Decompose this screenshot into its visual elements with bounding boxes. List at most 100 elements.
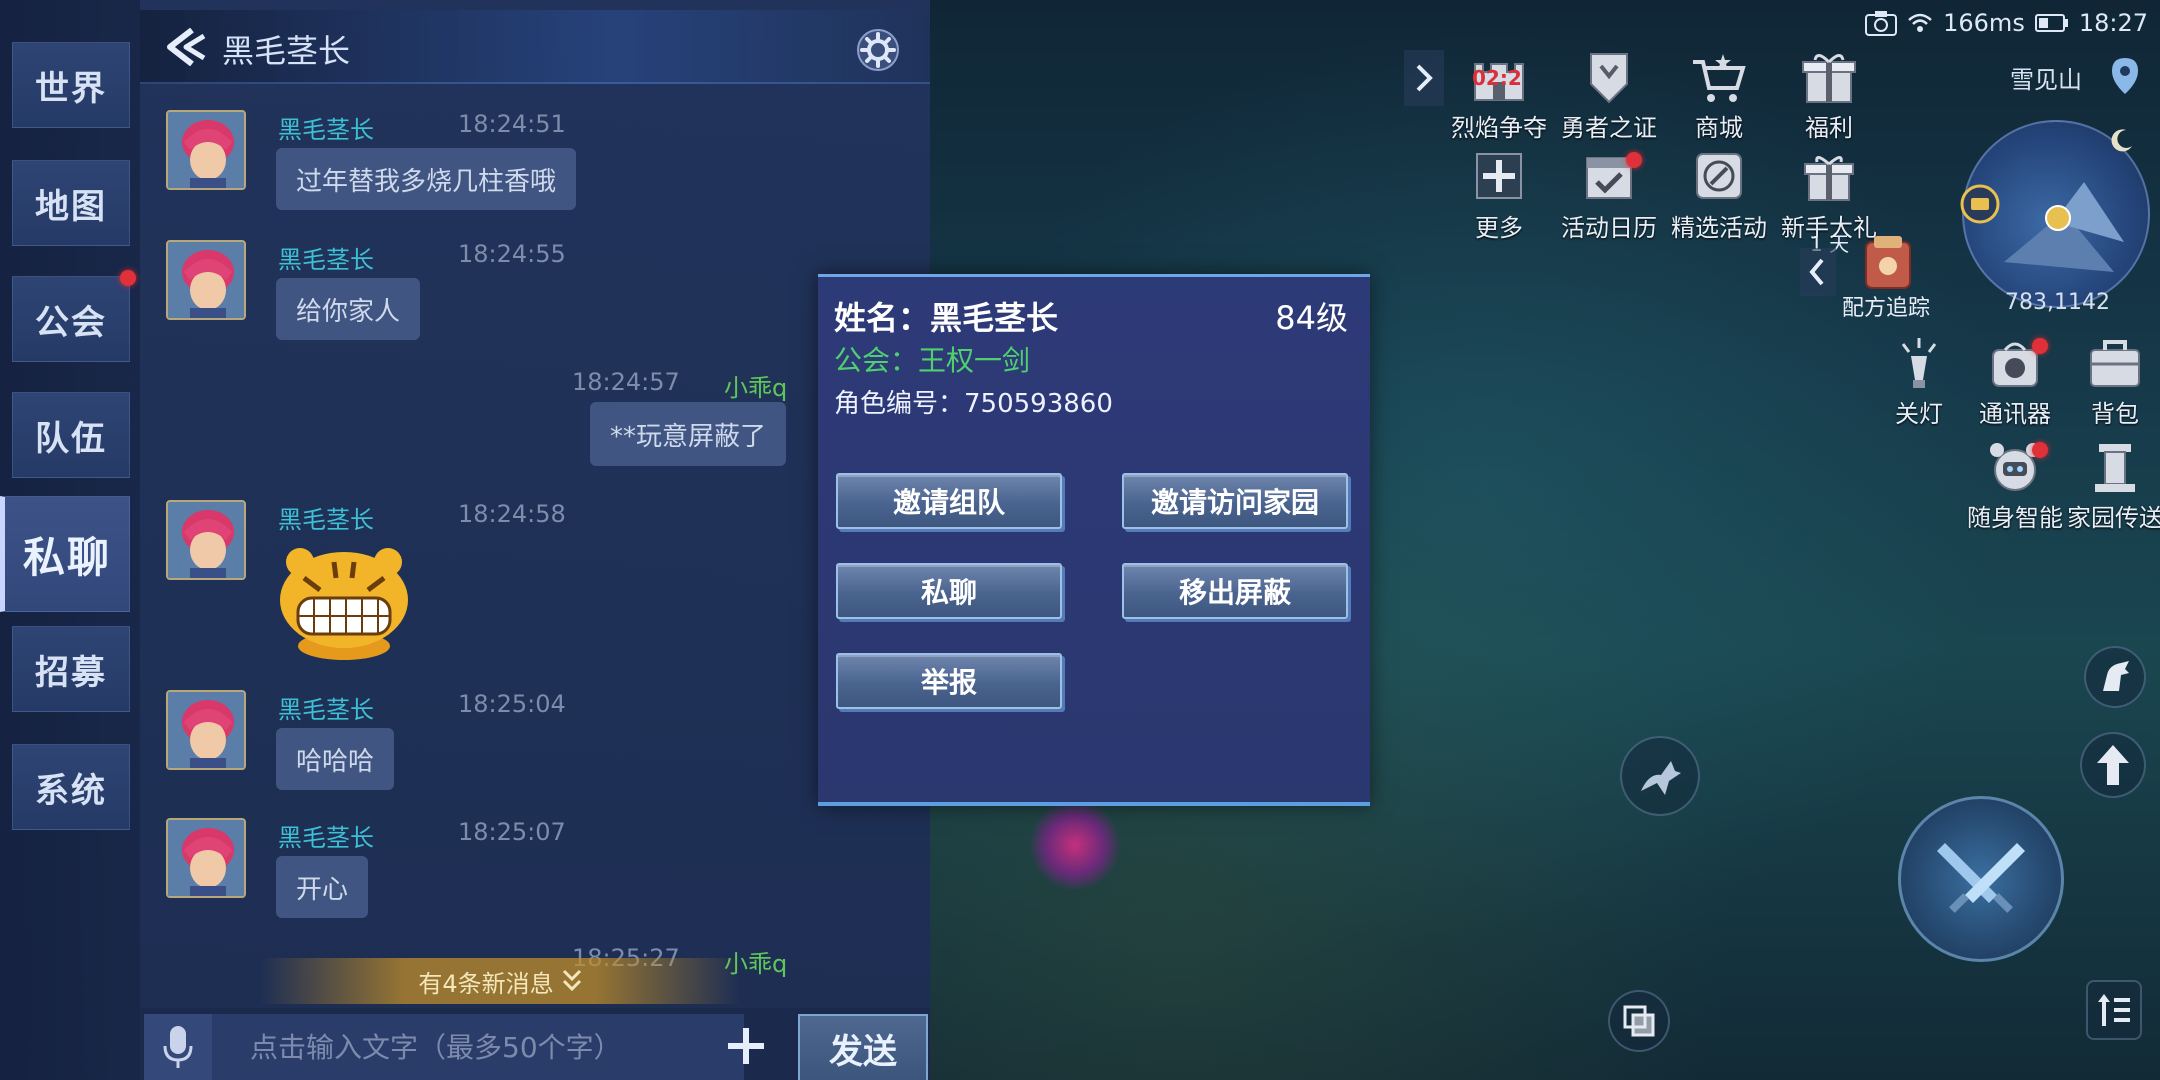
recipe-book-icon[interactable] [1860,232,1916,292]
compass-marker-icon[interactable] [1958,182,2002,226]
hud-home-teleport[interactable]: 家园传送 [2060,440,2160,533]
calendar-notification-dot [1626,152,1642,168]
hud-brave-proof[interactable]: 勇者之证 [1554,50,1664,143]
tab-system[interactable]: 系统 [12,744,130,830]
dragon-icon [1641,761,1681,795]
gear-icon[interactable] [856,28,900,72]
ping-readout: 166ms [1943,9,2025,37]
message-bubble: **玩意屏蔽了 [590,402,787,466]
dodge-skill-button[interactable] [1620,736,1700,816]
tiger-sticker [280,548,408,660]
report-button[interactable]: 举报 [836,653,1062,709]
plus-icon[interactable] [722,1022,770,1070]
location-pin-icon [2112,58,2138,94]
jump-button[interactable] [2080,732,2146,798]
sender-name[interactable]: 黑毛茎长 [278,110,374,145]
player-name: 姓名：黑毛茎长 [834,299,1059,337]
tab-team[interactable]: 队伍 [12,392,130,478]
switch-window-button[interactable] [1608,990,1670,1052]
status-bar: 166ms 18:27 [1865,6,2148,40]
message-time: 18:24:55 [458,240,566,268]
skill-list-button[interactable] [2086,980,2142,1040]
chevron-right-icon[interactable] [1404,50,1444,106]
self-name: 小乖q [724,374,788,402]
message-time: 18:25:07 [458,818,566,846]
message-bubble: 开心 [276,856,369,918]
tab-guild[interactable]: 公会 [12,276,130,362]
clock: 18:27 [2078,9,2148,37]
avatar[interactable] [166,500,246,580]
guild-unread-dot [120,270,136,286]
player-guild: 公会：王权一剑 [834,344,1031,377]
compass-icon [1696,153,1742,199]
avatar[interactable] [166,818,246,898]
new-messages-banner[interactable]: 有4条新消息 [260,958,740,1004]
recipe-tracking-label: 配方追踪 [1842,296,1931,321]
lamp-icon [1901,338,1937,388]
tab-map[interactable]: 地图 [12,160,130,246]
tab-private-chat[interactable]: 私聊 [0,496,130,612]
portable-ai-notification-dot [2032,442,2048,458]
cart-icon [1693,54,1746,102]
player-level: 84级 [1275,299,1348,337]
message-bubble: 过年替我多烧几柱香哦 [276,148,577,210]
countdown-badge: 02:2 [1472,66,1522,90]
chat-panel: 黑毛茎长 黑毛茎长 18:24:51 过年替我多烧几柱香哦 黑毛茎长 18:24… [140,0,930,1080]
list-icon [2098,994,2130,1026]
coordinates-readout: 783,1142 [2005,290,2110,315]
message-time: 18:24:57 [572,368,680,396]
unblock-button[interactable]: 移出屏蔽 [1122,563,1348,619]
mount-button[interactable] [2084,646,2146,708]
hud-shop[interactable]: 商城 [1664,50,1774,143]
player-id: 角色编号：750593860 [834,389,1113,419]
invite-team-button[interactable]: 邀请组队 [836,473,1062,529]
double-chevron-down-icon [562,969,581,992]
sender-name[interactable]: 黑毛茎长 [278,690,374,725]
chat-input-bar: 发送 [140,1008,930,1080]
up-arrow-icon [2097,745,2129,785]
avatar[interactable] [166,240,246,320]
message-time: 18:24:51 [458,110,566,138]
location-name: 雪见山 [2010,66,2082,94]
communicator-notification-dot [2032,338,2048,354]
hud-backpack[interactable]: 背包 [2060,336,2160,429]
avatar[interactable] [166,110,246,190]
attack-button[interactable] [1898,796,2064,962]
sender-name[interactable]: 黑毛茎长 [278,240,374,275]
plus-icon [1476,153,1522,199]
chat-text-input[interactable] [212,1014,744,1080]
badge-icon [1590,53,1628,104]
hud-flame-contest[interactable]: 02:2 烈焰争夺 [1444,50,1554,143]
message-time: 18:24:58 [458,500,566,528]
back-icon[interactable] [166,28,208,66]
pillar-icon [2095,444,2135,492]
hud-featured-activities[interactable]: 精选活动 [1664,150,1774,243]
chevron-left-icon[interactable] [1800,248,1836,296]
camera-icon[interactable] [1865,10,1898,36]
hud-welfare[interactable]: 福利 [1774,50,1884,143]
message-time: 18:25:04 [458,690,566,718]
battery-icon [2034,14,2068,32]
send-button[interactable]: 发送 [798,1014,928,1080]
invite-home-button[interactable]: 邀请访问家园 [1122,473,1348,529]
hud-more[interactable]: 更多 [1444,150,1554,243]
sender-name[interactable]: 黑毛茎长 [278,500,374,535]
hud-lights-off[interactable]: 关灯 [1864,336,1974,429]
chat-header: 黑毛茎长 [140,10,930,84]
crossed-swords-icon [1937,843,2025,913]
tab-recruit[interactable]: 招募 [12,626,130,712]
tab-world[interactable]: 世界 [12,42,130,128]
voice-button[interactable] [144,1014,212,1080]
player-character [1030,800,1120,890]
channel-tabs: 世界 地图 公会 队伍 私聊 招募 系统 [0,0,140,1080]
gift-icon [1804,156,1854,201]
gift-box-icon [1802,54,1856,103]
message-bubble: 哈哈哈 [276,728,395,790]
hud-portable-ai[interactable]: 随身智能 [1960,440,2070,533]
sender-name[interactable]: 黑毛茎长 [278,818,374,853]
backpack-icon [2090,340,2140,387]
private-chat-button[interactable]: 私聊 [836,563,1062,619]
hud-activity-calendar[interactable]: 活动日历 [1554,150,1664,243]
avatar[interactable] [166,690,246,770]
hud-communicator[interactable]: 通讯器 [1960,336,2070,429]
